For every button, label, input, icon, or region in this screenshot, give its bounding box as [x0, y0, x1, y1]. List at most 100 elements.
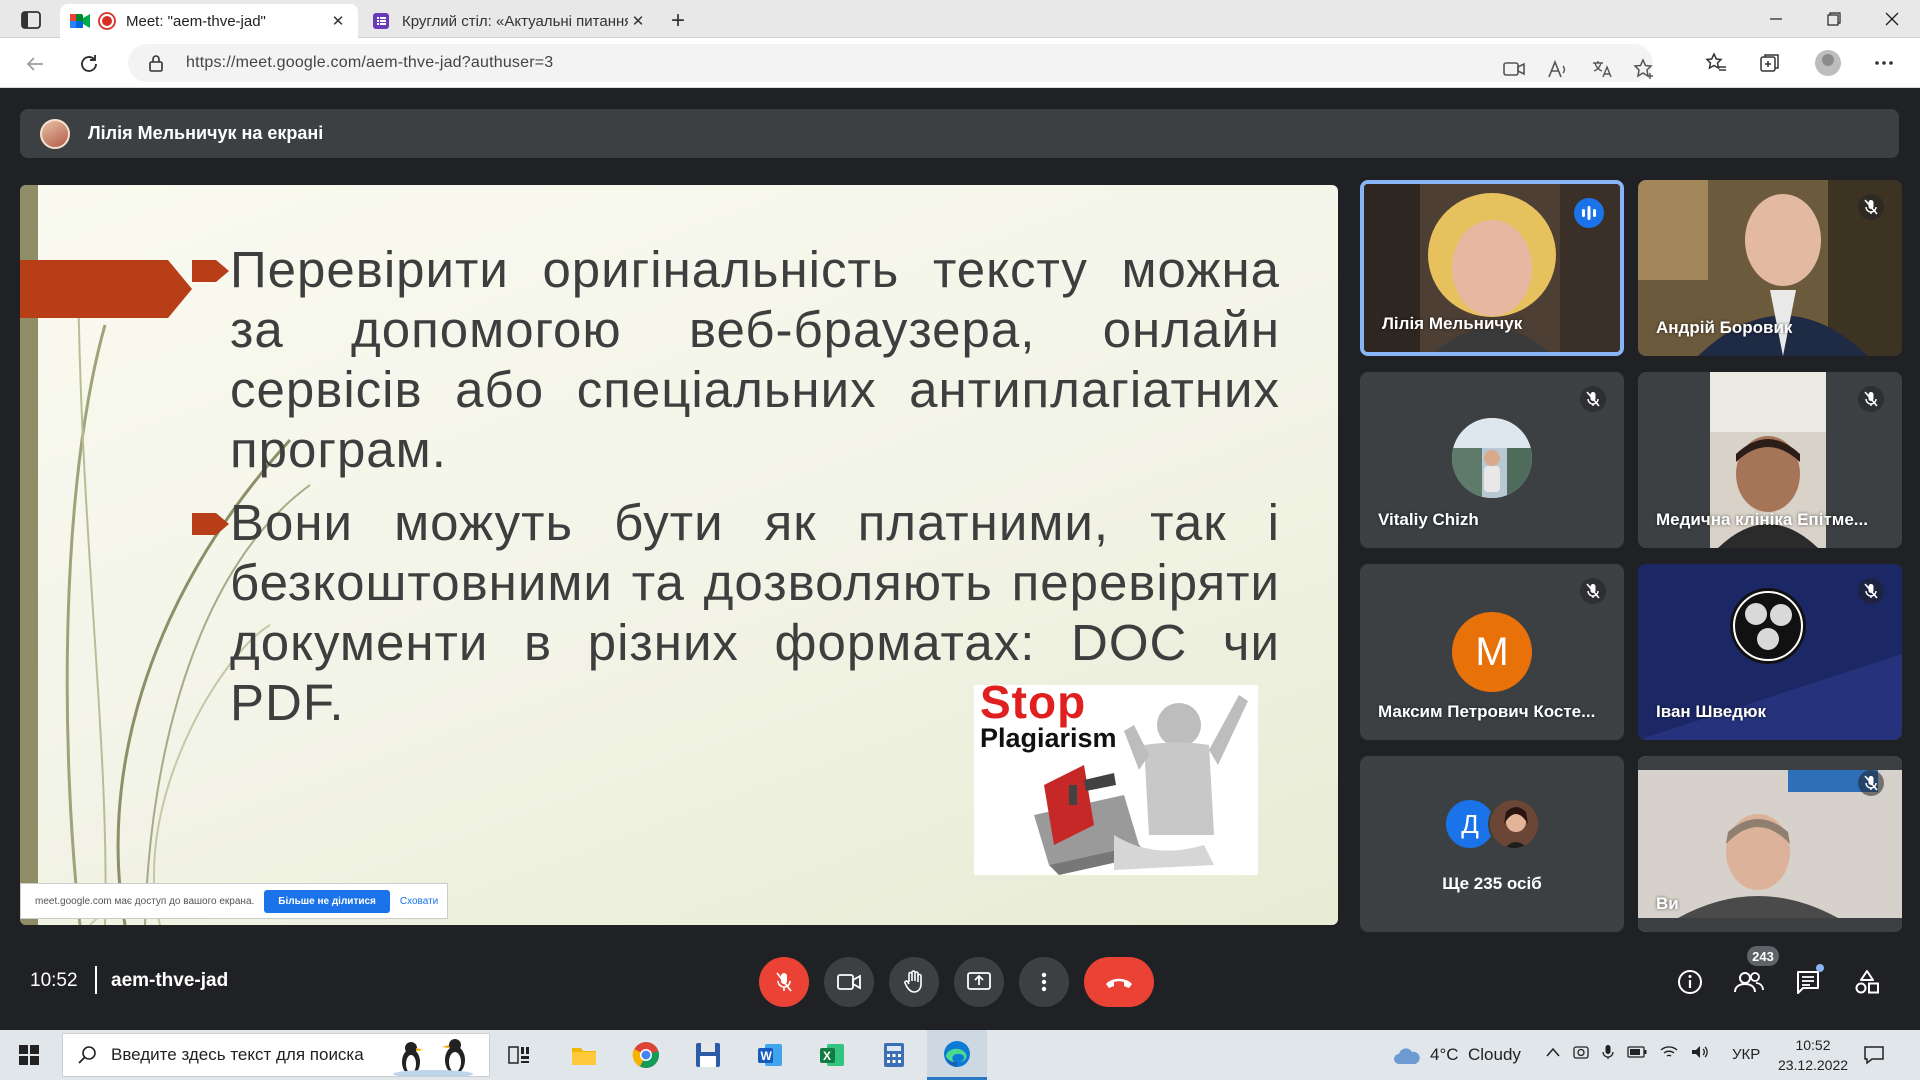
- participant-name: Максим Петрович Косте...: [1378, 702, 1596, 721]
- tab-title: Meet: "aem-thve-jad": [126, 12, 266, 30]
- notifications-icon[interactable]: [1863, 1040, 1899, 1070]
- camera-in-use-icon[interactable]: [1498, 53, 1530, 85]
- participant-name: Ви: [1656, 894, 1679, 913]
- tab-meet[interactable]: Meet: "aem-thve-jad" ✕: [60, 4, 358, 38]
- wifi-icon[interactable]: [1660, 1045, 1678, 1059]
- mic-muted-icon: [1580, 578, 1606, 604]
- collections-icon[interactable]: [1754, 47, 1786, 79]
- clock-date: 23.12.2022: [1777, 1057, 1849, 1073]
- participant-avatar: [1452, 418, 1532, 498]
- reload-button[interactable]: [72, 47, 106, 81]
- avatar-initial: M: [1475, 629, 1509, 674]
- participant-name: Лілія Мельничук: [1382, 314, 1523, 333]
- url-field[interactable]: https://meet.google.com/aem-thve-jad?aut…: [128, 44, 1653, 82]
- file-explorer-icon[interactable]: [555, 1030, 613, 1080]
- minimize-button[interactable]: [1748, 0, 1804, 38]
- participant-name: Vitaliy Chizh: [1378, 510, 1479, 529]
- more-participants-tile[interactable]: Д Ще 235 осіб: [1360, 756, 1624, 932]
- meeting-code: aem-thve-jad: [111, 970, 229, 991]
- read-aloud-icon[interactable]: [1542, 53, 1574, 85]
- chrome-icon[interactable]: [617, 1030, 675, 1080]
- people-button[interactable]: [1729, 962, 1769, 1002]
- participant-avatar: [1488, 798, 1540, 850]
- show-hidden-icons-icon[interactable]: [1546, 1047, 1560, 1057]
- cloud-icon: [1394, 1048, 1420, 1064]
- stop-sharing-button[interactable]: Більше не ділитися: [264, 889, 390, 913]
- svg-text:W: W: [761, 1049, 773, 1063]
- input-language[interactable]: УКР: [1732, 1046, 1760, 1063]
- close-tab-icon[interactable]: ✕: [628, 11, 648, 31]
- participant-tile[interactable]: Медична клініка Епітме...: [1638, 372, 1902, 548]
- save-disk-app-icon[interactable]: [679, 1030, 737, 1080]
- google-meet-icon: [70, 13, 90, 29]
- system-clock[interactable]: 10:52 23.12.2022: [1768, 1035, 1858, 1075]
- more-options-button[interactable]: [1019, 957, 1069, 1007]
- bullet-arrow-icon: [192, 513, 229, 535]
- profile-avatar[interactable]: [1812, 47, 1844, 79]
- volume-icon[interactable]: [1691, 1045, 1709, 1059]
- weather-text: 4°C Cloudy: [1430, 1045, 1521, 1064]
- participant-name: Медична клініка Епітме...: [1656, 510, 1868, 529]
- microphone-off-button[interactable]: [759, 957, 809, 1007]
- penguins-search-highlight-icon: [393, 1039, 473, 1076]
- edge-browser-icon[interactable]: [927, 1030, 987, 1080]
- weather-widget[interactable]: 4°C Cloudy: [1392, 1044, 1521, 1066]
- more-options-icon[interactable]: [1868, 47, 1900, 79]
- presenter-label: Лілія Мельничук на екрані: [88, 123, 324, 143]
- close-window-button[interactable]: [1864, 0, 1920, 38]
- back-button[interactable]: [18, 47, 52, 81]
- shared-screen: Перевірити оригінальність тексту можна з…: [20, 185, 1338, 925]
- share-notice-text: meet.google.com має доступ до вашого екр…: [35, 895, 255, 907]
- browser-tab-bar: Meet: "aem-thve-jad" ✕ Круглий стіл: «Ак…: [0, 0, 1920, 38]
- tab-actions-icon[interactable]: [14, 8, 48, 32]
- new-tab-button[interactable]: +: [662, 7, 694, 34]
- excel-icon[interactable]: X: [803, 1030, 861, 1080]
- add-favorite-icon[interactable]: [1628, 53, 1660, 85]
- participant-name: Іван Шведюк: [1656, 702, 1766, 721]
- leave-call-button[interactable]: [1084, 957, 1154, 1007]
- system-tray: [1546, 1044, 1709, 1060]
- participant-tile[interactable]: Ви: [1638, 756, 1902, 932]
- participant-tile[interactable]: M Максим Петрович Косте...: [1360, 564, 1624, 740]
- taskbar-search-box[interactable]: Введите здесь текст для поиска: [62, 1033, 490, 1077]
- windows-taskbar: Введите здесь текст для поиска W X 4°C C…: [0, 1030, 1920, 1080]
- tab-title: Круглий стіл: «Актуальні питання: [402, 12, 628, 30]
- divider: [95, 966, 97, 994]
- avatar-initial: Д: [1461, 808, 1479, 839]
- taskbar-search-placeholder: Введите здесь текст для поиска: [111, 1045, 364, 1064]
- slide-arrow-banner: [20, 260, 192, 318]
- calculator-icon[interactable]: [865, 1030, 923, 1080]
- translate-icon[interactable]: [1586, 53, 1618, 85]
- people-count-badge: 243: [1747, 946, 1779, 966]
- raise-hand-button[interactable]: [889, 957, 939, 1007]
- restore-button[interactable]: [1806, 0, 1862, 38]
- presenter-banner: Лілія Мельничук на екрані: [20, 109, 1899, 158]
- participant-tile[interactable]: Лілія Мельничук: [1360, 180, 1624, 356]
- url-text: https://meet.google.com/aem-thve-jad?aut…: [186, 54, 554, 71]
- word-icon[interactable]: W: [741, 1030, 799, 1080]
- participant-tile[interactable]: Андрій Боровик: [1638, 180, 1902, 356]
- battery-icon[interactable]: [1627, 1046, 1647, 1058]
- clock-time: 10:52: [1795, 1037, 1831, 1053]
- slide-bullet-1-text: Перевірити оригінальність тексту можна з…: [230, 241, 1280, 478]
- tab-forms[interactable]: Круглий стіл: «Актуальні питання ✕: [362, 4, 658, 38]
- microphone-tray-icon[interactable]: [1602, 1044, 1614, 1060]
- mic-muted-icon: [1580, 386, 1606, 412]
- windows-start-icon[interactable]: [0, 1030, 58, 1080]
- task-view-icon[interactable]: [490, 1030, 548, 1080]
- participant-tile[interactable]: Vitaliy Chizh: [1360, 372, 1624, 548]
- svg-text:X: X: [823, 1049, 831, 1063]
- participant-tile[interactable]: Іван Шведюк: [1638, 564, 1902, 740]
- hide-notice-button[interactable]: Сховати: [400, 896, 438, 907]
- close-tab-icon[interactable]: ✕: [328, 11, 348, 31]
- lock-icon[interactable]: [148, 54, 164, 72]
- camera-tray-icon[interactable]: [1573, 1045, 1589, 1059]
- favorites-icon[interactable]: [1700, 47, 1732, 79]
- chat-notification-dot: [1816, 964, 1824, 972]
- present-screen-button[interactable]: [954, 957, 1004, 1007]
- activities-button[interactable]: [1847, 962, 1887, 1002]
- mic-muted-icon: [1858, 194, 1884, 220]
- camera-button[interactable]: [824, 957, 874, 1007]
- bullet-arrow-icon: [192, 260, 229, 282]
- meeting-details-button[interactable]: [1670, 962, 1710, 1002]
